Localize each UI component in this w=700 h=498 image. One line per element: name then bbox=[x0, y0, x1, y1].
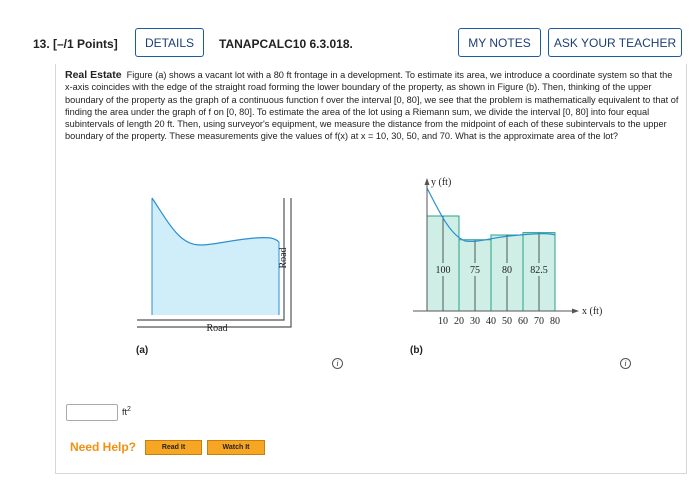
bar-value-label: 82.5 bbox=[530, 265, 548, 276]
problem-text: Figure (a) shows a vacant lot with a 80 … bbox=[65, 70, 679, 142]
watch-it-button[interactable]: Watch It bbox=[207, 440, 265, 455]
lot-area bbox=[152, 198, 279, 315]
figure-a-caption: (a) bbox=[136, 345, 149, 356]
info-icon[interactable]: i bbox=[332, 358, 343, 369]
x-tick-label: 40 bbox=[486, 316, 496, 327]
x-tick-label: 80 bbox=[550, 316, 560, 327]
bar-value-label: 75 bbox=[470, 265, 480, 276]
road-side-label: Road bbox=[278, 247, 289, 268]
x-tick-label: 10 bbox=[438, 316, 448, 327]
question-code: TANAPCALC10 6.3.018. bbox=[219, 37, 353, 51]
x-tick-label: 50 bbox=[502, 316, 512, 327]
x-tick-label: 30 bbox=[470, 316, 480, 327]
read-it-button[interactable]: Read It bbox=[145, 440, 202, 455]
y-axis-label: y (ft) bbox=[431, 177, 451, 188]
y-axis-arrow bbox=[424, 178, 430, 185]
x-tick-label: 20 bbox=[454, 316, 464, 327]
answer-unit: ft2 bbox=[122, 406, 131, 417]
info-icon[interactable]: i bbox=[620, 358, 631, 369]
x-axis-arrow bbox=[572, 308, 579, 314]
bar-value-label: 100 bbox=[436, 265, 451, 276]
bar-value-label: 80 bbox=[502, 265, 512, 276]
x-tick-label: 60 bbox=[518, 316, 528, 327]
x-tick-label: 70 bbox=[534, 316, 544, 327]
road-bottom-label: Road bbox=[206, 323, 227, 334]
ask-teacher-button[interactable]: ASK YOUR TEACHER bbox=[548, 28, 682, 57]
figure-b: y (ft) x (ft) 10 20 30 40 50 60 70 80 100 75 80 82… bbox=[413, 177, 602, 327]
x-tick-labels: 10 20 30 40 50 60 70 80 bbox=[438, 316, 560, 327]
figure-b-caption: (b) bbox=[410, 345, 423, 356]
need-help-label: Need Help? bbox=[70, 440, 137, 454]
figure-a: Road Road bbox=[137, 197, 292, 334]
question-number: 13. [–/1 Points] bbox=[33, 37, 118, 51]
problem-statement: Real Estate Figure (a) shows a vacant lot… bbox=[65, 69, 680, 143]
details-button[interactable]: DETAILS bbox=[135, 28, 204, 57]
x-axis-label: x (ft) bbox=[582, 306, 602, 317]
my-notes-button[interactable]: MY NOTES bbox=[458, 28, 541, 57]
answer-input[interactable] bbox=[66, 404, 118, 421]
question-header: 13. [–/1 Points] DETAILS TANAPCALC10 6.3… bbox=[0, 0, 700, 64]
unit-power: 2 bbox=[127, 406, 131, 413]
problem-title: Real Estate bbox=[65, 69, 122, 81]
